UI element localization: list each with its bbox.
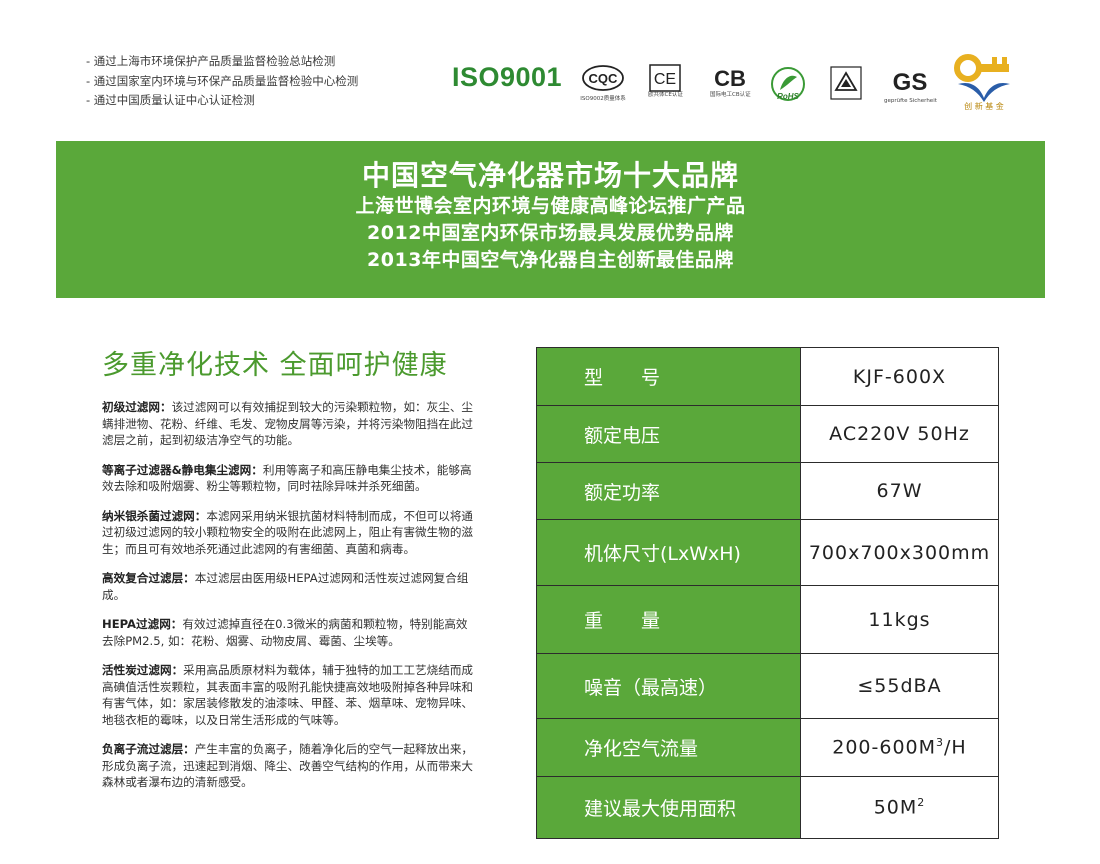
banner-line: 上海世博会室内环境与健康高峰论坛推广产品 bbox=[355, 195, 746, 217]
filter-item: 纳米银杀菌过滤网：本滤网采用纳米银抗菌材料特制而成，不但可以将通过初级过滤网的较… bbox=[102, 508, 474, 558]
cqc-caption: ISO9002质量体系 bbox=[580, 96, 626, 102]
spec-value-base: 200-600M bbox=[832, 736, 937, 759]
ce-caption: 欧共体CE认证 bbox=[648, 92, 683, 98]
filter-title: 等离子过滤器&静电集尘滤网： bbox=[102, 462, 263, 477]
spec-label: 建议最大使用面积 bbox=[536, 776, 801, 839]
filter-title: 负离子流过滤层： bbox=[102, 742, 195, 756]
filter-title: 纳米银杀菌过滤网： bbox=[102, 508, 207, 523]
spec-value-exponent: 3 bbox=[936, 736, 945, 750]
spec-label: 噪音（最高速） bbox=[536, 653, 801, 719]
innovation-fund-logo-icon: 创 新 基 金 bbox=[952, 48, 1016, 111]
ce-logo-text: CE bbox=[654, 71, 676, 88]
safety-triangle-logo-icon bbox=[830, 66, 862, 100]
spec-label: 机体尺寸(LxWxH) bbox=[536, 519, 801, 586]
spec-label: 重 量 bbox=[536, 585, 801, 654]
spec-value: 11kgs bbox=[800, 585, 999, 654]
cert-item: - 通过国家室内环境与环保产品质量监督检验中心检测 bbox=[86, 73, 359, 88]
table-row: 型 号 KJF-600X bbox=[536, 347, 999, 406]
spec-value: 50M2 bbox=[800, 776, 999, 839]
spec-value-exponent: 2 bbox=[917, 796, 926, 810]
iso9001-logo: ISO9001 bbox=[452, 62, 563, 92]
ce-logo-icon: CE 欧共体CE认证 bbox=[648, 64, 683, 99]
filter-item: HEPA过滤网：有效过滤掉直径在0.3微米的病菌和颗粒物，特别能高效去除PM2.… bbox=[102, 616, 474, 649]
fund-caption: 创 新 基 金 bbox=[964, 102, 1004, 111]
filter-item: 初级过滤网：该过滤网可以有效捕捉到较大的污染颗粒物，如：灰尘、尘螨排泄物、花粉、… bbox=[102, 399, 474, 449]
section-headline: 多重净化技术 全面呵护健康 bbox=[102, 350, 448, 381]
spec-label: 额定功率 bbox=[536, 462, 801, 520]
filter-item: 活性炭过滤网：采用高品质原材料为载体，辅于独特的加工工艺烧结而成高碘值活性炭颗粒… bbox=[102, 662, 474, 728]
cqc-logo-text: CQC bbox=[589, 71, 619, 86]
gs-logo-icon: GS geprüfte Sicherheit bbox=[884, 66, 937, 105]
banner-line: 2013年中国空气净化器自主创新最佳品牌 bbox=[367, 249, 734, 271]
spec-value: KJF-600X bbox=[800, 347, 999, 406]
spec-label: 净化空气流量 bbox=[536, 718, 801, 777]
filter-descriptions: 初级过滤网：该过滤网可以有效捕捉到较大的污染颗粒物，如：灰尘、尘螨排泄物、花粉、… bbox=[102, 399, 474, 804]
rohs-logo-icon: RoHS bbox=[770, 66, 806, 102]
spec-value: 200-600M3/H bbox=[800, 718, 999, 777]
banner-title: 中国空气净化器市场十大品牌 bbox=[361, 159, 739, 192]
gs-logo-text: GS bbox=[893, 69, 928, 96]
table-row: 净化空气流量 200-600M3/H bbox=[536, 718, 999, 777]
gs-caption: geprüfte Sicherheit bbox=[884, 98, 937, 104]
spec-value: 700x700x300mm bbox=[800, 519, 999, 586]
spec-value: ≤55dBA bbox=[800, 653, 999, 719]
certification-logos: ISO9001 CQC ISO9002质量体系 CE 欧共体CE认证 CB 国际… bbox=[452, 46, 1082, 118]
table-row: 噪音（最高速） ≤55dBA bbox=[536, 653, 999, 719]
cert-item: - 通过上海市环境保护产品质量监督检验总站检测 bbox=[86, 54, 336, 68]
filter-item: 负离子流过滤层：产生丰富的负离子，随着净化后的空气一起释放出来，形成负离子流，迅… bbox=[102, 741, 474, 791]
table-row: 额定电压 AC220V 50Hz bbox=[536, 405, 999, 463]
honors-banner: 中国空气净化器市场十大品牌 上海世博会室内环境与健康高峰论坛推广产品 2012中… bbox=[56, 141, 1045, 298]
cb-logo-icon: CB 国际电工CB认证 bbox=[710, 64, 751, 99]
specs-table: 型 号 KJF-600X 额定电压 AC220V 50Hz 额定功率 67W 机… bbox=[536, 347, 999, 839]
spec-value-unit: /H bbox=[944, 736, 967, 759]
filter-item: 等离子过滤器&静电集尘滤网：利用等离子和高压静电集尘技术，能够高效去除和吸附烟雾… bbox=[102, 462, 474, 495]
cqc-logo-icon: CQC ISO9002质量体系 bbox=[580, 64, 626, 103]
filter-title: HEPA过滤网： bbox=[102, 617, 183, 631]
spec-label: 型 号 bbox=[536, 347, 801, 406]
spec-value-base: 50M bbox=[873, 796, 918, 819]
table-row: 机体尺寸(LxWxH) 700x700x300mm bbox=[536, 519, 999, 586]
table-row: 额定功率 67W bbox=[536, 462, 999, 520]
spec-value: AC220V 50Hz bbox=[800, 405, 999, 463]
cb-logo-text: CB bbox=[714, 66, 746, 91]
spec-label: 额定电压 bbox=[536, 405, 801, 463]
spec-value: 67W bbox=[800, 462, 999, 520]
cb-caption: 国际电工CB认证 bbox=[710, 92, 751, 98]
table-row: 建议最大使用面积 50M2 bbox=[536, 776, 999, 839]
certification-list: - 通过上海市环境保护产品质量监督检验总站检测 - 通过国家室内环境与环保产品质… bbox=[86, 52, 358, 111]
filter-title: 初级过滤网： bbox=[102, 400, 172, 414]
table-row: 重 量 11kgs bbox=[536, 585, 999, 654]
banner-line: 2012中国室内环保市场最具发展优势品牌 bbox=[367, 222, 734, 244]
cert-item: - 通过中国质量认证中心认证检测 bbox=[86, 93, 255, 107]
filter-item: 高效复合过滤层：本过滤层由医用级HEPA过滤网和活性炭过滤网复合组成。 bbox=[102, 570, 474, 603]
rohs-logo-text: RoHS bbox=[777, 92, 799, 101]
filter-title: 高效复合过滤层： bbox=[102, 571, 195, 585]
filter-title: 活性炭过滤网： bbox=[102, 663, 184, 677]
